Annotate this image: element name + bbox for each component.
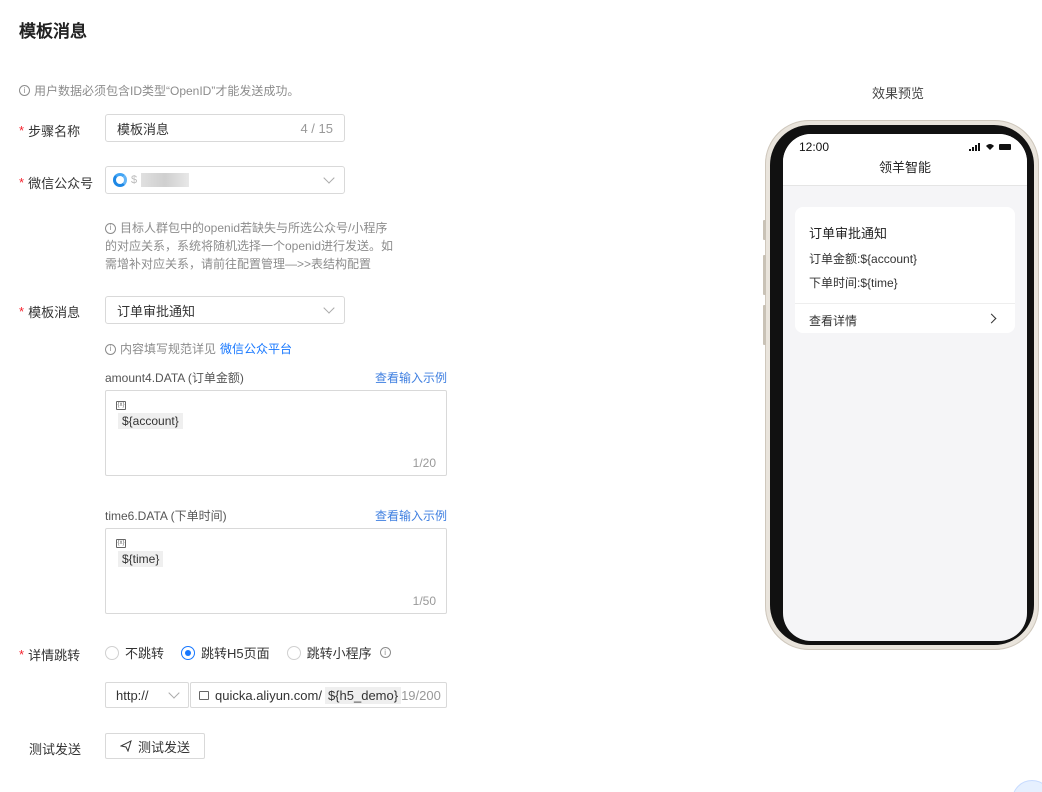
radio-no-jump[interactable]: 不跳转 bbox=[105, 643, 164, 662]
card-line: 订单金额:${account} bbox=[809, 252, 918, 266]
chevron-down-icon bbox=[168, 687, 180, 699]
detail-jump-radio-group: 不跳转 跳转H5页面 跳转小程序 i bbox=[105, 643, 391, 662]
step-name-label: * 步骤名称 bbox=[19, 123, 81, 139]
protocol-value: http:// bbox=[116, 687, 149, 703]
field-time-textarea[interactable]: {x} ${time} 1/50 bbox=[105, 528, 447, 614]
test-send-label: 测试发送 bbox=[29, 742, 82, 757]
wifi-icon bbox=[986, 144, 994, 150]
radio-circle[interactable] bbox=[181, 645, 196, 660]
floating-help-button[interactable] bbox=[1012, 780, 1042, 792]
notice-text: 用户数据必须包含ID类型“OpenID”才能发送成功。 bbox=[34, 84, 300, 98]
wechat-platform-link[interactable]: 微信公众平台 bbox=[220, 340, 292, 358]
info-icon: i bbox=[19, 85, 30, 96]
scroll-mark bbox=[1036, 22, 1042, 36]
url-text: quicka.aliyun.com/ bbox=[215, 687, 322, 703]
field-time-name: time6.DATA (下单时间) bbox=[105, 509, 227, 523]
wechat-account-label: * 微信公众号 bbox=[19, 175, 94, 191]
template-value: 订单审批通知 bbox=[117, 303, 196, 319]
status-bar: 12:00 bbox=[783, 134, 1027, 160]
url-input[interactable]: quicka.aliyun.com/ ${h5_demo} 19/200 bbox=[190, 682, 447, 708]
url-variable-chip[interactable]: ${h5_demo} bbox=[324, 686, 402, 704]
status-icons bbox=[969, 143, 1011, 151]
card-title: 订单审批通知 bbox=[809, 226, 888, 241]
wechat-account-value: $ bbox=[131, 174, 138, 186]
test-send-button[interactable]: 测试发送 bbox=[105, 733, 205, 759]
chevron-down-icon bbox=[323, 302, 335, 314]
view-example-link[interactable]: 查看输入示例 bbox=[375, 369, 447, 386]
info-icon: i bbox=[379, 647, 391, 658]
variable-chip[interactable]: ${time} bbox=[118, 551, 164, 567]
radio-circle[interactable] bbox=[105, 645, 119, 660]
wechat-logo-icon bbox=[113, 173, 127, 187]
phone-screen: 12:00 领羊智能 订单审批通知 订单金额:${account} 下单时间:$… bbox=[783, 134, 1027, 641]
template-label: * 模板消息 bbox=[19, 304, 81, 320]
step-name-counter: 4 / 15 bbox=[300, 120, 333, 136]
blurred-account-name bbox=[141, 173, 190, 187]
detail-jump-label: * 详情跳转 bbox=[19, 647, 81, 663]
message-card: 订单审批通知 订单金额:${account} 下单时间:${time} 查看详情 bbox=[795, 207, 1015, 333]
field-amount-name: amount4.DATA (订单金额) bbox=[105, 371, 244, 385]
phone-side-button bbox=[763, 255, 766, 295]
phone-side-button bbox=[763, 220, 766, 240]
battery-icon bbox=[999, 144, 1011, 150]
variable-icon bbox=[199, 690, 209, 700]
phone-bezel: 12:00 领羊智能 订单审批通知 订单金额:${account} 下单时间:$… bbox=[770, 125, 1034, 645]
step-name-value: 模板消息 bbox=[117, 121, 170, 137]
template-hint: i 内容填写规范详见 微信公众平台 bbox=[105, 340, 292, 358]
app-title: 领羊智能 bbox=[783, 160, 1027, 186]
radio-mini-program[interactable]: 跳转小程序 i bbox=[286, 643, 391, 662]
page-title: 模板消息 bbox=[19, 22, 87, 41]
variable-icon: {x} bbox=[116, 401, 126, 410]
template-select[interactable]: 订单审批通知 bbox=[105, 296, 345, 324]
field-time-counter: 1/50 bbox=[412, 594, 436, 608]
info-icon: i bbox=[105, 343, 116, 355]
phone-preview: 12:00 领羊智能 订单审批通知 订单金额:${account} 下单时间:$… bbox=[763, 120, 1039, 650]
radio-h5-page[interactable]: 跳转H5页面 bbox=[181, 643, 270, 662]
view-example-link[interactable]: 查看输入示例 bbox=[375, 507, 447, 524]
wechat-account-select[interactable]: $ bbox=[105, 166, 345, 194]
card-line: 下单时间:${time} bbox=[809, 276, 898, 290]
account-hint: i 目标人群包中的openid若缺失与所选公众号/小程序 的对应关系，系统将随机选… bbox=[105, 221, 394, 271]
field-amount-counter: 1/20 bbox=[412, 456, 436, 470]
preview-label: 效果预览 bbox=[872, 86, 925, 101]
notice: i 用户数据必须包含ID类型“OpenID”才能发送成功。 bbox=[19, 82, 299, 99]
info-icon: i bbox=[105, 222, 116, 234]
url-counter: 19/200 bbox=[401, 687, 441, 703]
phone-side-button bbox=[763, 305, 766, 345]
signal-icon bbox=[969, 143, 980, 151]
field-amount-textarea[interactable]: {x} ${account} 1/20 bbox=[105, 390, 447, 476]
variable-chip[interactable]: ${account} bbox=[118, 413, 183, 429]
send-icon bbox=[119, 740, 132, 752]
radio-circle[interactable] bbox=[286, 645, 301, 660]
view-details-link[interactable]: 查看详情 bbox=[809, 312, 857, 329]
card-divider bbox=[795, 303, 1015, 304]
step-name-input[interactable]: 模板消息 4 / 15 bbox=[105, 114, 345, 142]
field-time-header: time6.DATA (下单时间) 查看输入示例 bbox=[105, 507, 447, 524]
status-time: 12:00 bbox=[799, 140, 830, 154]
protocol-select[interactable]: http:// bbox=[105, 682, 189, 708]
chevron-down-icon bbox=[323, 172, 335, 184]
variable-icon: {x} bbox=[116, 539, 126, 548]
chevron-right-icon bbox=[986, 313, 997, 324]
field-amount-header: amount4.DATA (订单金额) 查看输入示例 bbox=[105, 369, 447, 386]
